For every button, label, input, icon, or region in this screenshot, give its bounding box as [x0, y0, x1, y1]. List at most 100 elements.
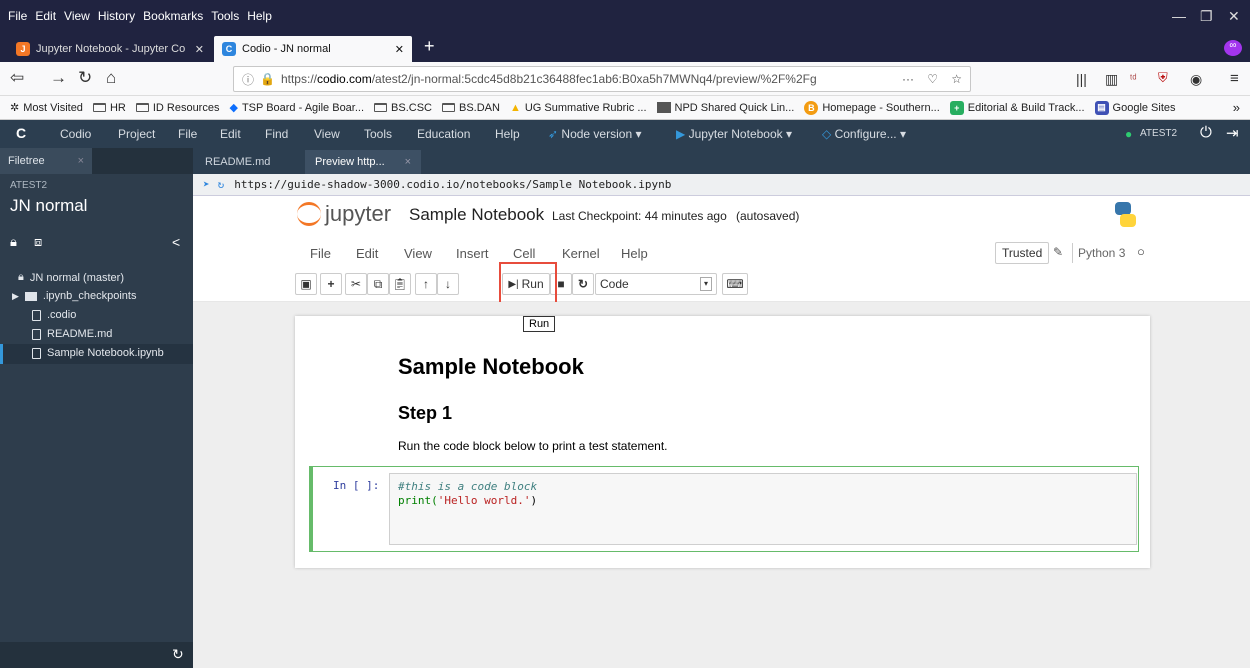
- codio-menu-tools[interactable]: Tools: [364, 127, 392, 141]
- menu-file[interactable]: File: [8, 9, 27, 23]
- codio-menu-codio[interactable]: Codio: [60, 127, 91, 141]
- tree-item-ipynb-checkpoints[interactable]: ▶ .ipynb_checkpoints: [12, 290, 136, 302]
- power-icon[interactable]: ⏻: [1200, 124, 1212, 141]
- minimize-icon[interactable]: —: [1172, 8, 1186, 24]
- arrow-icon[interactable]: ➤: [203, 178, 210, 191]
- bookmark-bs-csc[interactable]: BS.CSC: [374, 102, 432, 114]
- reload-icon[interactable]: ↻: [78, 68, 92, 88]
- bookmark-ug-summative[interactable]: ▲ UG Summative Rubric ...: [510, 102, 647, 114]
- codio-menu-education[interactable]: Education: [417, 127, 470, 141]
- bookmark-npd-shared[interactable]: NPD Shared Quick Lin...: [656, 102, 794, 114]
- preview-icon[interactable]: ⧈: [34, 234, 42, 250]
- jupyter-menu-edit[interactable]: Edit: [356, 246, 378, 261]
- user-name[interactable]: ATEST2: [1140, 128, 1177, 139]
- codio-menu-edit[interactable]: Edit: [220, 127, 241, 141]
- edit-pencil-icon[interactable]: ✎: [1053, 245, 1063, 259]
- forward-icon[interactable]: →: [50, 68, 67, 88]
- move-up-icon[interactable]: ↑: [415, 273, 437, 295]
- jupyter-notebook-menu[interactable]: ▶ Jupyter Notebook ▾: [676, 127, 792, 141]
- cut-icon[interactable]: ✂: [345, 273, 367, 295]
- browser-tab-jupyter[interactable]: J Jupyter Notebook - Jupyter Co ✕: [8, 36, 212, 62]
- close-tab-icon[interactable]: ✕: [195, 43, 204, 56]
- save-icon[interactable]: ▣: [295, 273, 317, 295]
- copy-icon[interactable]: ⧉: [367, 273, 389, 295]
- bookmark-homepage-southern[interactable]: B Homepage - Southern...: [804, 100, 940, 115]
- tree-item-root[interactable]: 🔒︎ JN normal (master): [18, 271, 124, 284]
- info-icon[interactable]: ⓘ: [242, 71, 254, 88]
- home-icon[interactable]: ⌂: [106, 68, 116, 88]
- browser-tab-codio[interactable]: C Codio - JN normal ✕: [214, 36, 412, 62]
- bookmark-editorial[interactable]: + Editorial & Build Track...: [949, 100, 1085, 115]
- logout-icon[interactable]: ⇥: [1226, 124, 1239, 142]
- menu-history[interactable]: History: [98, 9, 135, 23]
- tree-item-codio[interactable]: .codio: [32, 309, 76, 321]
- bookmark-id-resources[interactable]: ID Resources: [135, 102, 219, 114]
- tree-item-sample-notebook[interactable]: Sample Notebook.ipynb: [32, 347, 164, 359]
- configure-menu[interactable]: ◇ Configure... ▾: [822, 127, 906, 141]
- folder-icon: [442, 103, 455, 112]
- codio-menu-view[interactable]: View: [314, 127, 340, 141]
- jupyter-menu-kernel[interactable]: Kernel: [562, 246, 600, 261]
- library-icon[interactable]: |||: [1076, 71, 1087, 87]
- tree-item-readme[interactable]: README.md: [32, 328, 112, 340]
- codio-menu-help[interactable]: Help: [495, 127, 520, 141]
- menu-view[interactable]: View: [64, 9, 90, 23]
- trusted-indicator[interactable]: Trusted: [995, 242, 1050, 264]
- tab-preview[interactable]: Preview http... ×: [305, 150, 421, 174]
- code-cell[interactable]: In [ ]: #this is a code block print('Hel…: [309, 466, 1139, 552]
- preview-url[interactable]: https://guide-shadow-3000.codio.io/noteb…: [234, 178, 671, 191]
- tab-readme[interactable]: README.md: [195, 150, 301, 174]
- notebook-name[interactable]: Sample Notebook: [409, 205, 544, 225]
- refresh-icon[interactable]: ↻: [172, 646, 184, 663]
- sidebar-toggle-icon[interactable]: ▥: [1105, 71, 1118, 88]
- keyboard-icon[interactable]: ⌨: [722, 273, 748, 295]
- restore-icon[interactable]: ❐: [1200, 8, 1213, 25]
- lock-icon[interactable]: 🔒︎: [10, 234, 17, 250]
- close-icon[interactable]: ×: [78, 155, 84, 167]
- insert-cell-icon[interactable]: +: [320, 273, 342, 295]
- share-icon[interactable]: <: [172, 234, 180, 250]
- notebook-heading-1: Sample Notebook: [398, 354, 584, 379]
- bookmark-bs-dan[interactable]: BS.DAN: [442, 102, 500, 114]
- ublock-icon[interactable]: ⛨: [1158, 70, 1168, 86]
- move-down-icon[interactable]: ↓: [437, 273, 459, 295]
- jupyter-menu-help[interactable]: Help: [621, 246, 648, 261]
- bookmark-tsp-board[interactable]: ◆ TSP Board - Agile Boar...: [229, 101, 364, 115]
- bookmark-google-sites[interactable]: ▤ Google Sites: [1094, 100, 1176, 115]
- paste-icon[interactable]: 📋︎: [389, 273, 411, 295]
- page-actions-icon[interactable]: ···: [902, 72, 914, 86]
- bookmark-most-visited[interactable]: ✲ Most Visited: [10, 101, 83, 115]
- more-bookmarks-icon[interactable]: »: [1233, 100, 1240, 115]
- codio-menu-find[interactable]: Find: [265, 127, 288, 141]
- hamburger-menu-icon[interactable]: ≡: [1230, 70, 1239, 87]
- refresh-icon[interactable]: ↻: [218, 178, 225, 191]
- jupyter-menu-file[interactable]: File: [310, 246, 331, 261]
- url-bar[interactable]: ⓘ 🔒 https:// codio.com /atest2/jn-normal…: [233, 66, 971, 92]
- pocket-icon[interactable]: ♡: [927, 72, 938, 86]
- account-icon[interactable]: ◉: [1190, 71, 1202, 88]
- new-tab-icon[interactable]: +: [424, 36, 435, 57]
- restart-kernel-icon[interactable]: ↻: [572, 273, 594, 295]
- close-tab-icon[interactable]: ✕: [395, 43, 404, 56]
- jupyter-wordmark[interactable]: jupyter: [325, 201, 391, 227]
- codio-menu-file[interactable]: File: [178, 127, 197, 141]
- jupyter-menu-view[interactable]: View: [404, 246, 432, 261]
- close-icon[interactable]: ×: [405, 156, 411, 168]
- menu-edit[interactable]: Edit: [35, 9, 56, 23]
- node-version-menu[interactable]: ➶ Node version ▾: [548, 127, 641, 141]
- close-window-icon[interactable]: ✕: [1228, 8, 1240, 25]
- bookmark-hr[interactable]: HR: [92, 102, 126, 114]
- addon-icon[interactable]: ᵗᵈ: [1130, 73, 1137, 85]
- jupyter-menu-insert[interactable]: Insert: [456, 246, 489, 261]
- menu-tools[interactable]: Tools: [211, 9, 239, 23]
- menu-help[interactable]: Help: [247, 9, 272, 23]
- codio-menu-project[interactable]: Project: [118, 127, 155, 141]
- cell-type-select[interactable]: Code ▾: [595, 273, 717, 295]
- jupyter-menu-cell[interactable]: Cell: [513, 246, 535, 261]
- tab-filetree[interactable]: Filetree ×: [0, 148, 92, 174]
- menu-bookmarks[interactable]: Bookmarks: [143, 9, 203, 23]
- bookmark-star-icon[interactable]: ☆: [951, 72, 962, 86]
- back-icon[interactable]: ⇦: [10, 68, 24, 88]
- codio-logo[interactable]: C: [16, 125, 26, 141]
- code-editor[interactable]: #this is a code block print('Hello world…: [389, 473, 1137, 545]
